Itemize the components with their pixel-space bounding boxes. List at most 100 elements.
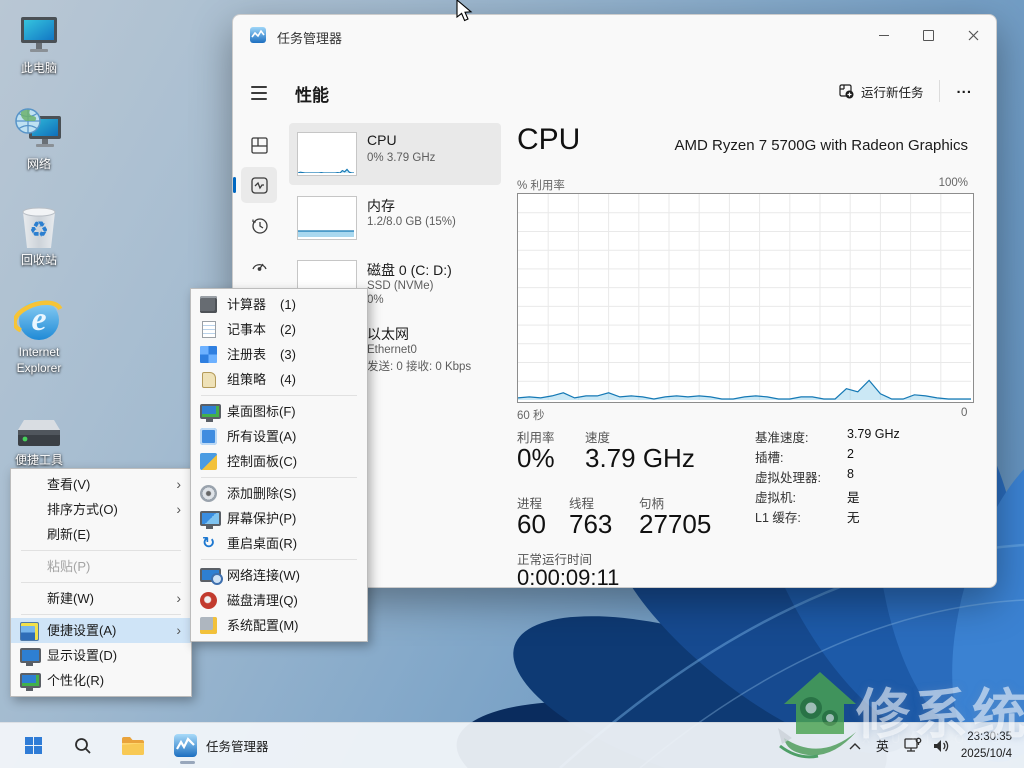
nav-startup-apps[interactable] <box>241 247 277 283</box>
tray-date: 2025/10/4 <box>961 746 1012 762</box>
group-policy-icon <box>202 372 216 388</box>
submenu-item-calculator[interactable]: 计算器(1) <box>191 292 367 317</box>
more-options-button[interactable]: ... <box>946 78 982 105</box>
submenu-item-restart-desktop[interactable]: ↻重启桌面(R) <box>191 531 367 556</box>
start-button[interactable] <box>14 727 52 765</box>
perf-card-memory[interactable]: 内存 1.2/8.0 GB (15%) <box>289 187 501 249</box>
nav-performance-selected[interactable] <box>241 167 277 203</box>
header-divider <box>939 80 940 102</box>
maximize-icon <box>923 30 934 41</box>
y-axis-label: % 利用率 <box>517 177 565 193</box>
volume-tray-icon[interactable] <box>932 738 951 754</box>
stat-speed-value: 3.79 GHz <box>585 443 695 474</box>
submenu-item-desktop-icons[interactable]: 桌面图标(F) <box>191 399 367 424</box>
menu-item-sort-by[interactable]: 排序方式(O) <box>11 497 191 522</box>
run-new-task-button[interactable]: 运行新任务 <box>828 77 934 106</box>
quick-settings-icon <box>20 622 39 641</box>
cpu-mini-chart <box>297 132 357 176</box>
stat-threads-value: 763 <box>569 509 612 540</box>
nav-app-history[interactable] <box>241 207 277 243</box>
taskbar-button-label: 任务管理器 <box>206 736 269 755</box>
menu-item-quick-settings[interactable]: 便捷设置(A) <box>11 618 191 643</box>
search-button[interactable] <box>64 727 102 765</box>
stat-vm-value: 是 <box>847 487 860 506</box>
submenu-item-notepad[interactable]: 记事本(2) <box>191 317 367 342</box>
close-button[interactable] <box>951 15 996 55</box>
task-manager-taskbar-icon <box>174 734 197 757</box>
menu-item-view[interactable]: 查看(V) <box>11 472 191 497</box>
control-panel-icon <box>200 453 217 470</box>
file-explorer-button[interactable] <box>114 727 152 765</box>
stat-label: 插槽: <box>755 447 783 466</box>
minimize-button[interactable] <box>861 15 906 55</box>
taskbar-clock[interactable]: 23:30:35 2025/10/4 <box>961 729 1018 761</box>
taskbar-task-manager-button[interactable]: 任务管理器 <box>164 727 279 765</box>
startup-icon <box>250 256 269 275</box>
submenu-item-screensaver[interactable]: 屏幕保护(P) <box>191 506 367 531</box>
desktop-icon-this-pc[interactable]: 此电脑 <box>0 12 78 77</box>
ie-browser-icon: e <box>0 296 78 342</box>
menu-separator <box>21 550 181 551</box>
nav-processes[interactable] <box>241 127 277 163</box>
stat-handles-value: 27705 <box>639 509 711 540</box>
desktop-icon-internet-explorer[interactable]: e Internet Explorer <box>0 296 78 376</box>
desktop-icon-convenient-tools[interactable]: 便捷工具 <box>0 404 78 469</box>
perf-card-cpu[interactable]: CPU 0% 3.79 GHz <box>289 123 501 185</box>
taskbar: 任务管理器 英 23:30:35 2025/10/4 <box>0 722 1024 768</box>
windows-logo-icon <box>25 737 42 754</box>
personalize-icon <box>20 673 41 688</box>
submenu-item-disk-cleanup[interactable]: 磁盘清理(Q) <box>191 588 367 613</box>
desktop-icons-icon <box>200 404 221 419</box>
disk-cleanup-icon <box>200 592 217 609</box>
x-axis-right: 0 <box>961 407 967 419</box>
titlebar[interactable]: 任务管理器 <box>233 15 996 55</box>
cpu-heading: CPU <box>517 123 580 157</box>
submenu-item-add-remove[interactable]: 添加删除(S) <box>191 481 367 506</box>
submenu-item-system-config[interactable]: 系统配置(M) <box>191 613 367 638</box>
app-history-icon <box>250 216 269 235</box>
new-task-icon <box>838 83 854 99</box>
menu-item-refresh[interactable]: 刷新(E) <box>11 522 191 547</box>
search-icon <box>73 736 93 756</box>
desktop-icon-network[interactable]: 网络 <box>0 108 78 173</box>
maximize-button[interactable] <box>906 15 951 55</box>
stat-uptime-value: 0:00:09:11 <box>517 565 619 588</box>
stat-label: 基准速度: <box>755 427 808 446</box>
task-manager-app-icon <box>250 27 266 43</box>
y-axis-max: 100% <box>939 177 968 189</box>
stat-label: 虚拟处理器: <box>755 467 821 486</box>
submenu-item-registry[interactable]: 注册表(3) <box>191 342 367 367</box>
system-tray: 英 23:30:35 2025/10/4 <box>848 723 1018 768</box>
submenu-item-control-panel[interactable]: 控制面板(C) <box>191 449 367 474</box>
menu-item-personalize[interactable]: 个性化(R) <box>11 668 191 693</box>
this-pc-monitor-icon <box>0 12 78 58</box>
tray-chevron-up-icon[interactable] <box>848 741 862 751</box>
minimize-icon <box>879 35 889 36</box>
run-new-task-label: 运行新任务 <box>861 82 924 101</box>
processes-icon <box>250 136 269 155</box>
registry-icon <box>200 346 217 363</box>
perf-card-detail: 0% 3.79 GHz <box>367 152 435 164</box>
network-globe-monitor-icon <box>0 108 78 154</box>
desktop-icon-recycle-bin[interactable]: ♻ 回收站 <box>0 204 78 269</box>
ime-indicator[interactable]: 英 <box>872 734 893 757</box>
stat-base-speed-value: 3.79 GHz <box>847 427 900 441</box>
desktop-icon-label: Internet Explorer <box>0 345 78 376</box>
perf-card-title: 以太网 <box>367 324 409 344</box>
stat-label: 虚拟机: <box>755 487 796 506</box>
perf-card-title: CPU <box>367 132 397 148</box>
cpu-model-name: AMD Ryzen 7 5700G with Radeon Graphics <box>675 137 968 154</box>
menu-item-display-settings[interactable]: 显示设置(D) <box>11 643 191 668</box>
submenu-item-network-connections[interactable]: 网络连接(W) <box>191 563 367 588</box>
submenu-item-all-settings[interactable]: 所有设置(A) <box>191 424 367 449</box>
menu-separator <box>201 559 357 560</box>
menu-separator <box>201 477 357 478</box>
close-icon <box>968 30 979 41</box>
desktop-context-menu: 查看(V) 排序方式(O) 刷新(E) 粘贴(P) 新建(W) 便捷设置(A) … <box>10 468 192 697</box>
menu-separator <box>201 395 357 396</box>
network-tray-icon[interactable] <box>903 737 922 754</box>
submenu-item-group-policy[interactable]: 组策略(4) <box>191 367 367 392</box>
nav-menu-button[interactable] <box>241 75 277 111</box>
active-window-indicator <box>180 761 195 764</box>
menu-item-new[interactable]: 新建(W) <box>11 586 191 611</box>
